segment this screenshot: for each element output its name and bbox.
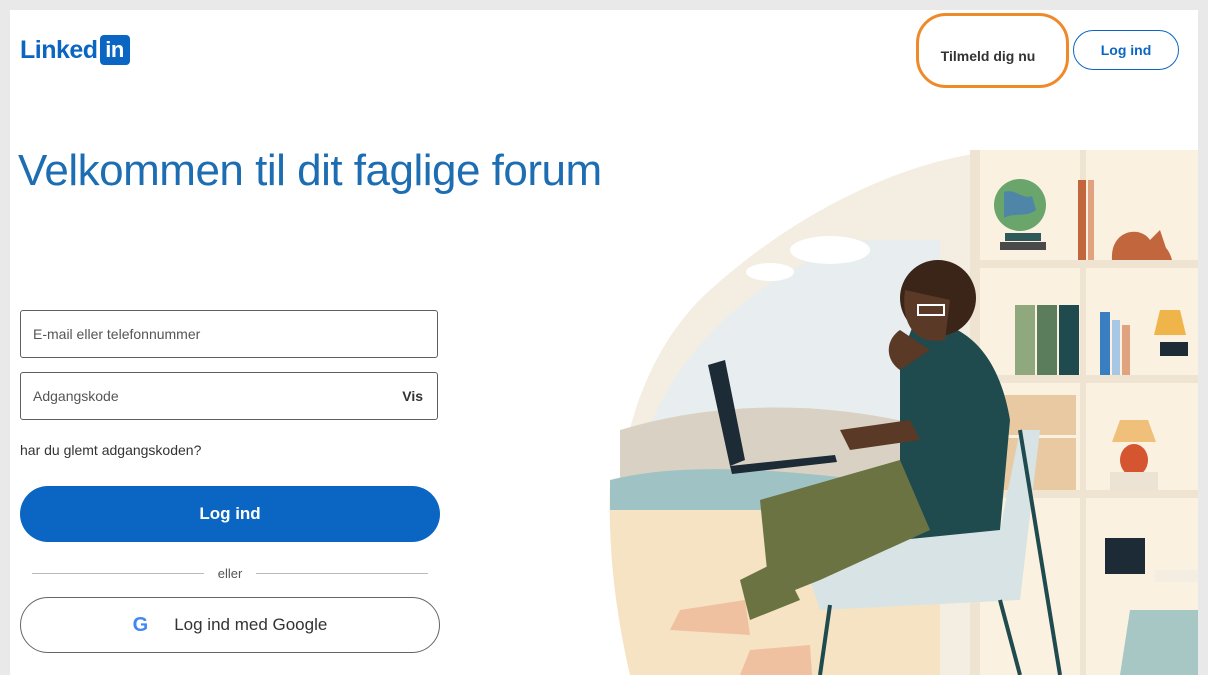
page-frame: Linked in Tilmeld dig nu Log ind Velkomm… — [10, 10, 1198, 675]
forgot-password-link[interactable]: har du glemt adgangskoden? — [20, 442, 201, 458]
page-title: Velkommen til dit faglige forum — [18, 146, 602, 195]
linkedin-logo[interactable]: Linked in — [20, 33, 130, 67]
header-login-button[interactable]: Log ind — [1073, 30, 1179, 70]
show-password-button[interactable]: Vis — [402, 388, 423, 404]
email-placeholder: E-mail eller telefonnummer — [33, 326, 201, 342]
logo-badge: in — [99, 35, 130, 65]
signup-link[interactable]: Tilmeld dig nu — [928, 37, 1048, 75]
logo-text: Linked — [20, 35, 98, 64]
divider-label: eller — [217, 565, 243, 581]
password-field[interactable]: Adgangskode Vis — [20, 372, 438, 420]
divider-line-right — [256, 572, 429, 574]
google-login-label: Log ind med Google — [174, 615, 328, 634]
email-field[interactable]: E-mail eller telefonnummer — [20, 310, 438, 358]
hero-illustration — [609, 150, 1198, 675]
login-button[interactable]: Log ind — [20, 486, 440, 542]
google-login-button[interactable]: G Log ind med Google — [20, 597, 440, 653]
google-icon: G — [132, 613, 149, 636]
divider-line-left — [32, 572, 204, 574]
divider: eller — [32, 565, 429, 581]
password-placeholder: Adgangskode — [33, 388, 119, 404]
